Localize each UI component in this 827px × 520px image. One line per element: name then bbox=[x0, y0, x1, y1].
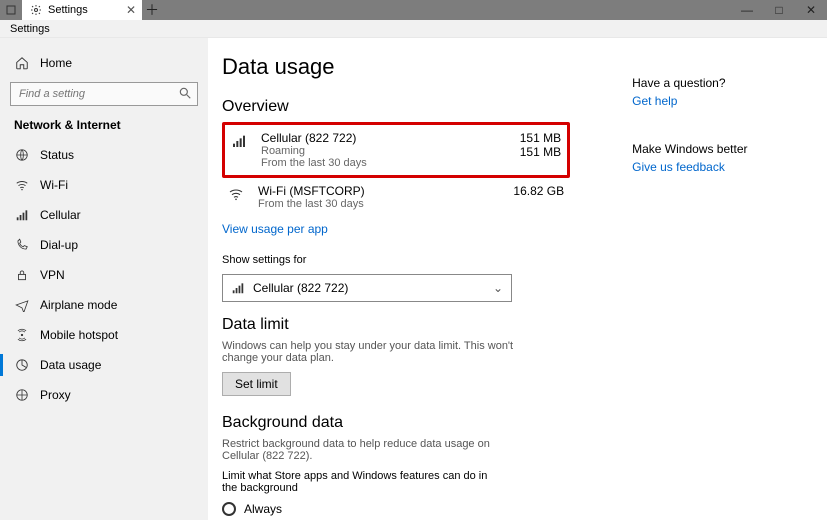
usage-name: Wi-Fi (MSFTCORP) bbox=[258, 184, 482, 198]
sidebar-item-label: Dial-up bbox=[40, 238, 78, 252]
right-panel: Have a question? Get help Make Windows b… bbox=[632, 54, 797, 520]
sidebar-item-datausage[interactable]: Data usage bbox=[10, 350, 198, 380]
bg-limit-label: Limit what Store apps and Windows featur… bbox=[222, 470, 502, 494]
show-settings-value: Cellular (822 722) bbox=[253, 281, 348, 295]
app-header: Settings bbox=[0, 20, 827, 38]
feedback-link[interactable]: Give us feedback bbox=[632, 160, 725, 174]
usage-sub2: From the last 30 days bbox=[258, 198, 482, 210]
overview-heading: Overview bbox=[222, 98, 570, 116]
wifi-icon bbox=[14, 178, 30, 192]
search-icon bbox=[178, 86, 192, 100]
get-help-link[interactable]: Get help bbox=[632, 94, 677, 108]
bg-desc: Restrict background data to help reduce … bbox=[222, 438, 522, 462]
datausage-icon bbox=[14, 358, 30, 372]
search-input[interactable] bbox=[10, 82, 198, 106]
proxy-icon bbox=[14, 388, 30, 402]
radio-always-label: Always bbox=[244, 502, 282, 516]
usage-sub1: Roaming bbox=[261, 145, 479, 157]
sidebar-item-label: Proxy bbox=[40, 388, 71, 402]
sidebar-item-label: Airplane mode bbox=[40, 298, 117, 312]
titlebar: Settings ✕ ＋ — □ ✕ bbox=[0, 0, 827, 20]
vpn-icon bbox=[14, 268, 30, 282]
sidebar-home-label: Home bbox=[40, 56, 72, 70]
sidebar: Home Network & Internet Status Wi-Fi Cel… bbox=[0, 38, 208, 520]
sidebar-item-dialup[interactable]: Dial-up bbox=[10, 230, 198, 260]
sidebar-item-cellular[interactable]: Cellular bbox=[10, 200, 198, 230]
radio-icon bbox=[222, 502, 236, 516]
close-button[interactable]: ✕ bbox=[795, 0, 827, 20]
sidebar-item-label: VPN bbox=[40, 268, 65, 282]
dialup-icon bbox=[14, 238, 30, 252]
hotspot-icon bbox=[14, 328, 30, 342]
bg-heading: Background data bbox=[222, 414, 570, 432]
highlighted-usage-cellular: Cellular (822 722) Roaming From the last… bbox=[222, 122, 570, 178]
cellular-icon bbox=[231, 131, 249, 149]
radio-always-row[interactable]: Always bbox=[222, 502, 570, 516]
sidebar-item-hotspot[interactable]: Mobile hotspot bbox=[10, 320, 198, 350]
search-box[interactable] bbox=[10, 82, 198, 106]
tab-settings[interactable]: Settings ✕ bbox=[22, 0, 142, 20]
set-limit-button[interactable]: Set limit bbox=[222, 372, 291, 396]
page-title: Data usage bbox=[222, 54, 570, 80]
sidebar-item-label: Cellular bbox=[40, 208, 81, 222]
usage-sub2: From the last 30 days bbox=[261, 157, 479, 169]
sidebar-item-proxy[interactable]: Proxy bbox=[10, 380, 198, 410]
usage-row-cellular[interactable]: Cellular (822 722) Roaming From the last… bbox=[225, 125, 567, 175]
maximize-button[interactable]: □ bbox=[763, 0, 795, 20]
view-per-app-link[interactable]: View usage per app bbox=[222, 222, 328, 236]
cellular-icon bbox=[231, 281, 245, 295]
new-tab-button[interactable]: ＋ bbox=[142, 0, 162, 20]
usage-row-wifi[interactable]: Wi-Fi (MSFTCORP) From the last 30 days 1… bbox=[222, 178, 570, 216]
datalimit-heading: Data limit bbox=[222, 316, 570, 334]
sidebar-item-vpn[interactable]: VPN bbox=[10, 260, 198, 290]
home-icon bbox=[14, 56, 30, 70]
content: Data usage Overview Cellular (822 722) R… bbox=[222, 54, 570, 520]
sidebar-item-airplane[interactable]: Airplane mode bbox=[10, 290, 198, 320]
gear-icon bbox=[30, 4, 42, 16]
usage-value: 151 MB bbox=[491, 131, 561, 145]
question-heading: Have a question? bbox=[632, 76, 797, 90]
minimize-button[interactable]: — bbox=[731, 0, 763, 20]
app-header-label: Settings bbox=[10, 23, 50, 35]
wifi-icon bbox=[228, 184, 246, 202]
sidebar-item-wifi[interactable]: Wi-Fi bbox=[10, 170, 198, 200]
sidebar-item-label: Status bbox=[40, 148, 74, 162]
sidebar-item-label: Data usage bbox=[40, 358, 101, 372]
tab-label: Settings bbox=[48, 4, 88, 16]
globe-icon bbox=[14, 148, 30, 162]
usage-value: 16.82 GB bbox=[494, 184, 564, 198]
show-settings-select[interactable]: Cellular (822 722) ⌄ bbox=[222, 274, 512, 302]
better-heading: Make Windows better bbox=[632, 142, 797, 156]
datalimit-desc: Windows can help you stay under your dat… bbox=[222, 340, 522, 364]
sidebar-section-title: Network & Internet bbox=[14, 118, 198, 132]
cellular-icon bbox=[14, 208, 30, 222]
chevron-down-icon: ⌄ bbox=[493, 281, 503, 295]
sidebar-home[interactable]: Home bbox=[10, 48, 198, 78]
back-button[interactable] bbox=[0, 0, 22, 20]
airplane-icon bbox=[14, 298, 30, 312]
show-settings-label: Show settings for bbox=[222, 254, 570, 266]
usage-value2: 151 MB bbox=[491, 145, 561, 159]
usage-name: Cellular (822 722) bbox=[261, 131, 479, 145]
sidebar-item-status[interactable]: Status bbox=[10, 140, 198, 170]
sidebar-item-label: Mobile hotspot bbox=[40, 328, 118, 342]
sidebar-item-label: Wi-Fi bbox=[40, 178, 68, 192]
tab-close-icon[interactable]: ✕ bbox=[126, 3, 136, 17]
